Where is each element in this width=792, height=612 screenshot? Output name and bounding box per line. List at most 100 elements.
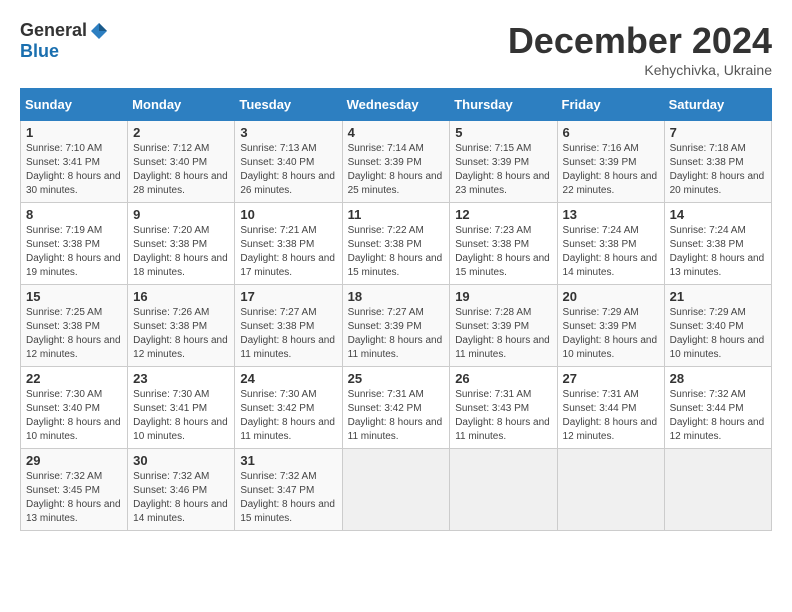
day-number: 7 xyxy=(670,125,766,140)
calendar-day-header: Monday xyxy=(128,89,235,121)
header: General Blue December 2024 Kehychivka, U… xyxy=(20,20,772,78)
day-number: 29 xyxy=(26,453,122,468)
calendar-cell: 6Sunrise: 7:16 AM Sunset: 3:39 PM Daylig… xyxy=(557,121,664,203)
day-number: 9 xyxy=(133,207,229,222)
day-number: 24 xyxy=(240,371,336,386)
calendar-cell: 24 Sunrise: 7:30 AM Sunset: 3:42 PM Dayli… xyxy=(235,367,342,449)
calendar-cell: 1 Sunrise: 7:10 AM Sunset: 3:41 PM Daylig… xyxy=(21,121,128,203)
calendar-cell: 5 Sunrise: 7:15 AM Sunset: 3:39 PM Daylig… xyxy=(450,121,557,203)
calendar-cell: 22 Sunrise: 7:30 AM Sunset: 3:40 PM Dayli… xyxy=(21,367,128,449)
calendar-cell: 16 Sunrise: 7:26 AM Sunset: 3:38 PM Dayli… xyxy=(128,285,235,367)
calendar-cell: 15 Sunrise: 7:25 AM Sunset: 3:38 PM Dayli… xyxy=(21,285,128,367)
day-number: 21 xyxy=(670,289,766,304)
calendar-cell: 14 Sunrise: 7:24 AM Sunset: 3:38 PM Dayli… xyxy=(664,203,771,285)
calendar-cell: 26Sunrise: 7:31 AM Sunset: 3:43 PM Dayli… xyxy=(450,367,557,449)
day-info: Sunrise: 7:13 AM Sunset: 3:40 PM Dayligh… xyxy=(240,142,336,198)
day-number: 23 xyxy=(133,371,229,386)
day-info: Sunrise: 7:14 AM Sunset: 3:39 PM Dayligh… xyxy=(348,142,445,198)
day-number: 3 xyxy=(240,125,336,140)
day-info: Sunrise: 7:22 AM Sunset: 3:38 PM Dayligh… xyxy=(348,224,445,280)
day-number: 20 xyxy=(563,289,659,304)
calendar-cell: 13 Sunrise: 7:24 AM Sunset: 3:38 PM Dayli… xyxy=(557,203,664,285)
logo-icon xyxy=(89,21,109,41)
day-info: Sunrise: 7:30 AM Sunset: 3:40 PM Dayligh… xyxy=(26,388,122,444)
calendar-day-header: Tuesday xyxy=(235,89,342,121)
day-info: Sunrise: 7:32 AM Sunset: 3:46 PM Dayligh… xyxy=(133,470,229,526)
calendar-cell xyxy=(664,449,771,531)
calendar-cell: 31Sunrise: 7:32 AM Sunset: 3:47 PM Dayli… xyxy=(235,449,342,531)
calendar-header-row: SundayMondayTuesdayWednesdayThursdayFrid… xyxy=(21,89,772,121)
day-info: Sunrise: 7:12 AM Sunset: 3:40 PM Dayligh… xyxy=(133,142,229,198)
calendar-cell: 17 Sunrise: 7:27 AM Sunset: 3:38 PM Dayli… xyxy=(235,285,342,367)
day-info: Sunrise: 7:29 AM Sunset: 3:39 PM Dayligh… xyxy=(563,306,659,362)
day-info: Sunrise: 7:31 AM Sunset: 3:44 PM Dayligh… xyxy=(563,388,659,444)
calendar-row: 22 Sunrise: 7:30 AM Sunset: 3:40 PM Dayli… xyxy=(21,367,772,449)
day-number: 5 xyxy=(455,125,551,140)
day-info: Sunrise: 7:32 AM Sunset: 3:45 PM Dayligh… xyxy=(26,470,122,526)
calendar-cell: 9 Sunrise: 7:20 AM Sunset: 3:38 PM Daylig… xyxy=(128,203,235,285)
calendar-cell: 7 Sunrise: 7:18 AM Sunset: 3:38 PM Daylig… xyxy=(664,121,771,203)
calendar-cell: 2 Sunrise: 7:12 AM Sunset: 3:40 PM Daylig… xyxy=(128,121,235,203)
calendar-day-header: Saturday xyxy=(664,89,771,121)
calendar-day-header: Wednesday xyxy=(342,89,450,121)
day-number: 27 xyxy=(563,371,659,386)
day-number: 16 xyxy=(133,289,229,304)
calendar-cell: 4Sunrise: 7:14 AM Sunset: 3:39 PM Daylig… xyxy=(342,121,450,203)
day-info: Sunrise: 7:31 AM Sunset: 3:42 PM Dayligh… xyxy=(348,388,445,444)
day-number: 25 xyxy=(348,371,445,386)
calendar-row: 1 Sunrise: 7:10 AM Sunset: 3:41 PM Daylig… xyxy=(21,121,772,203)
calendar-row: 8 Sunrise: 7:19 AM Sunset: 3:38 PM Daylig… xyxy=(21,203,772,285)
calendar-day-header: Sunday xyxy=(21,89,128,121)
day-info: Sunrise: 7:23 AM Sunset: 3:38 PM Dayligh… xyxy=(455,224,551,280)
title-section: December 2024 Kehychivka, Ukraine xyxy=(508,20,772,78)
day-number: 22 xyxy=(26,371,122,386)
day-info: Sunrise: 7:32 AM Sunset: 3:44 PM Dayligh… xyxy=(670,388,766,444)
calendar-cell xyxy=(557,449,664,531)
day-number: 13 xyxy=(563,207,659,222)
day-number: 15 xyxy=(26,289,122,304)
day-number: 2 xyxy=(133,125,229,140)
day-number: 14 xyxy=(670,207,766,222)
day-info: Sunrise: 7:25 AM Sunset: 3:38 PM Dayligh… xyxy=(26,306,122,362)
logo-general-text: General xyxy=(20,20,87,41)
day-number: 1 xyxy=(26,125,122,140)
calendar-cell: 28Sunrise: 7:32 AM Sunset: 3:44 PM Dayli… xyxy=(664,367,771,449)
day-number: 19 xyxy=(455,289,551,304)
day-info: Sunrise: 7:29 AM Sunset: 3:40 PM Dayligh… xyxy=(670,306,766,362)
day-info: Sunrise: 7:20 AM Sunset: 3:38 PM Dayligh… xyxy=(133,224,229,280)
day-number: 30 xyxy=(133,453,229,468)
calendar-row: 15 Sunrise: 7:25 AM Sunset: 3:38 PM Dayli… xyxy=(21,285,772,367)
day-info: Sunrise: 7:30 AM Sunset: 3:41 PM Dayligh… xyxy=(133,388,229,444)
day-info: Sunrise: 7:27 AM Sunset: 3:38 PM Dayligh… xyxy=(240,306,336,362)
day-number: 17 xyxy=(240,289,336,304)
day-number: 18 xyxy=(348,289,445,304)
calendar-cell: 3 Sunrise: 7:13 AM Sunset: 3:40 PM Daylig… xyxy=(235,121,342,203)
calendar-row: 29 Sunrise: 7:32 AM Sunset: 3:45 PM Dayli… xyxy=(21,449,772,531)
day-info: Sunrise: 7:19 AM Sunset: 3:38 PM Dayligh… xyxy=(26,224,122,280)
logo: General Blue xyxy=(20,20,109,62)
day-info: Sunrise: 7:21 AM Sunset: 3:38 PM Dayligh… xyxy=(240,224,336,280)
calendar-cell: 18 Sunrise: 7:27 AM Sunset: 3:39 PM Dayli… xyxy=(342,285,450,367)
calendar-cell: 12Sunrise: 7:23 AM Sunset: 3:38 PM Dayli… xyxy=(450,203,557,285)
calendar-cell: 23 Sunrise: 7:30 AM Sunset: 3:41 PM Dayli… xyxy=(128,367,235,449)
day-info: Sunrise: 7:16 AM Sunset: 3:39 PM Dayligh… xyxy=(563,142,659,198)
day-info: Sunrise: 7:32 AM Sunset: 3:47 PM Dayligh… xyxy=(240,470,336,526)
day-number: 26 xyxy=(455,371,551,386)
day-number: 8 xyxy=(26,207,122,222)
page-container: General Blue December 2024 Kehychivka, U… xyxy=(20,20,772,531)
calendar-cell: 27 Sunrise: 7:31 AM Sunset: 3:44 PM Dayli… xyxy=(557,367,664,449)
calendar-cell: 21 Sunrise: 7:29 AM Sunset: 3:40 PM Dayli… xyxy=(664,285,771,367)
calendar-day-header: Thursday xyxy=(450,89,557,121)
day-info: Sunrise: 7:27 AM Sunset: 3:39 PM Dayligh… xyxy=(348,306,445,362)
day-info: Sunrise: 7:24 AM Sunset: 3:38 PM Dayligh… xyxy=(670,224,766,280)
calendar-cell: 8 Sunrise: 7:19 AM Sunset: 3:38 PM Daylig… xyxy=(21,203,128,285)
day-info: Sunrise: 7:26 AM Sunset: 3:38 PM Dayligh… xyxy=(133,306,229,362)
calendar-cell: 29 Sunrise: 7:32 AM Sunset: 3:45 PM Dayli… xyxy=(21,449,128,531)
day-info: Sunrise: 7:15 AM Sunset: 3:39 PM Dayligh… xyxy=(455,142,551,198)
day-info: Sunrise: 7:30 AM Sunset: 3:42 PM Dayligh… xyxy=(240,388,336,444)
calendar-cell: 11Sunrise: 7:22 AM Sunset: 3:38 PM Dayli… xyxy=(342,203,450,285)
day-info: Sunrise: 7:24 AM Sunset: 3:38 PM Dayligh… xyxy=(563,224,659,280)
day-info: Sunrise: 7:10 AM Sunset: 3:41 PM Dayligh… xyxy=(26,142,122,198)
day-info: Sunrise: 7:18 AM Sunset: 3:38 PM Dayligh… xyxy=(670,142,766,198)
calendar-day-header: Friday xyxy=(557,89,664,121)
